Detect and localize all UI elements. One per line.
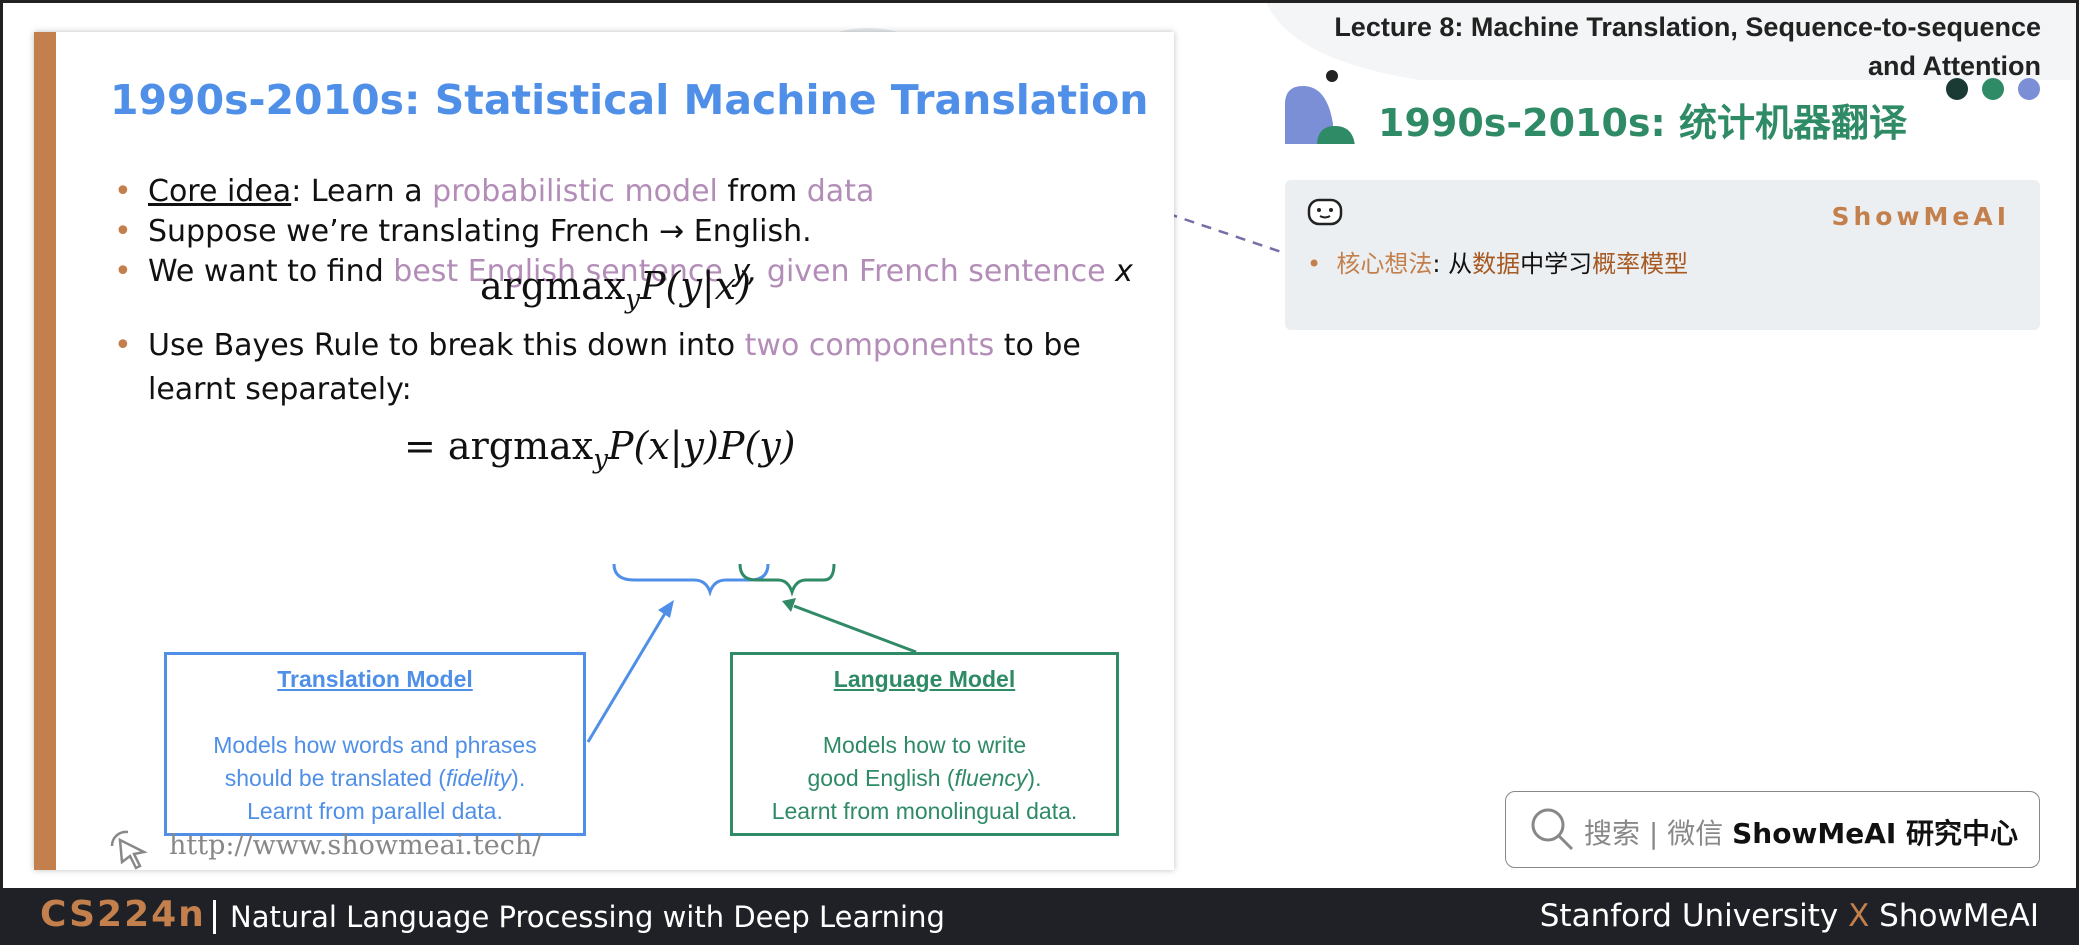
text: : 从 xyxy=(1432,250,1473,278)
translation-model-box: Translation Model Models how words and p… xyxy=(164,652,586,836)
text: ). xyxy=(1027,765,1042,791)
dot-blue xyxy=(2018,78,2040,100)
search-text: 搜索 | 微信 ShowMeAI 研究中心 xyxy=(1584,812,2018,852)
text-italic: fluency xyxy=(954,765,1028,791)
box-line: Learnt from parallel data. xyxy=(247,798,503,824)
note-card: ShowMeAI • 核心想法: 从数据中学习概率模型 xyxy=(1285,180,2040,330)
robot-icon xyxy=(1307,198,1343,226)
box-line: Models how words and phrases xyxy=(213,732,537,758)
course-code: CS224n xyxy=(40,894,206,935)
text: 中学习 xyxy=(1520,250,1593,278)
dot-green xyxy=(1982,78,2004,100)
showmeai-url-link[interactable]: http://www.showmeai.tech/ xyxy=(169,830,541,861)
text: should be translated ( xyxy=(224,765,446,791)
logo-shapes xyxy=(1285,70,1355,144)
box-line: Learnt from monolingual data. xyxy=(771,798,1078,824)
language-model-title: Language Model xyxy=(833,666,1016,692)
box-line: should be translated (fidelity). xyxy=(167,762,583,795)
text: good English ( xyxy=(807,765,955,791)
highlight-text: 概率模型 xyxy=(1592,250,1689,278)
brand-label: ShowMeAI xyxy=(1831,202,2010,231)
footer-credits: Stanford University X ShowMeAI xyxy=(1540,898,2039,934)
note-bullet: • 核心想法: 从数据中学习概率模型 xyxy=(1307,244,1688,279)
lecture-title-line: Lecture 8: Machine Translation, Sequence… xyxy=(1334,12,2041,42)
translation-model-title: Translation Model xyxy=(277,666,473,692)
lecture-title: Lecture 8: Machine Translation, Sequence… xyxy=(1334,8,2041,86)
box-line: Models how to write xyxy=(822,732,1027,758)
cn-slide-title: 1990s-2010s: 统计机器翻译 xyxy=(1378,101,1907,145)
course-name: Natural Language Processing with Deep Le… xyxy=(230,900,945,934)
note-term: 核心想法 xyxy=(1336,250,1433,278)
frame-left xyxy=(0,0,3,945)
text-italic: fidelity xyxy=(445,765,512,791)
box-line: good English (fluency). xyxy=(733,762,1116,795)
credit-showmeai: ShowMeAI xyxy=(1879,898,2039,934)
slide: 1990s-2010s: Statistical Machine Transla… xyxy=(34,32,1174,870)
credit-stanford: Stanford University xyxy=(1539,898,1839,934)
highlight-text: 数据 xyxy=(1472,250,1521,278)
search-icon xyxy=(1531,808,1574,851)
cursor-click-icon xyxy=(110,830,148,870)
dot-black xyxy=(1946,78,1968,100)
footer-bar: CS224n Natural Language Processing with … xyxy=(0,888,2079,945)
frame-top xyxy=(0,0,2079,3)
search-name: ShowMeAI 研究中心 xyxy=(1732,817,2019,850)
footer-separator xyxy=(213,900,216,934)
lecture-title-line: and Attention xyxy=(1868,51,2041,81)
search-prefix: 搜索 | 微信 xyxy=(1584,817,1733,850)
bullet-dot: • xyxy=(1307,250,1322,278)
credit-x: X xyxy=(1848,898,1870,934)
text: ). xyxy=(511,765,526,791)
language-model-box: Language Model Models how to write good … xyxy=(730,652,1119,836)
search-wechat-box[interactable]: 搜索 | 微信 ShowMeAI 研究中心 xyxy=(1505,791,2040,868)
